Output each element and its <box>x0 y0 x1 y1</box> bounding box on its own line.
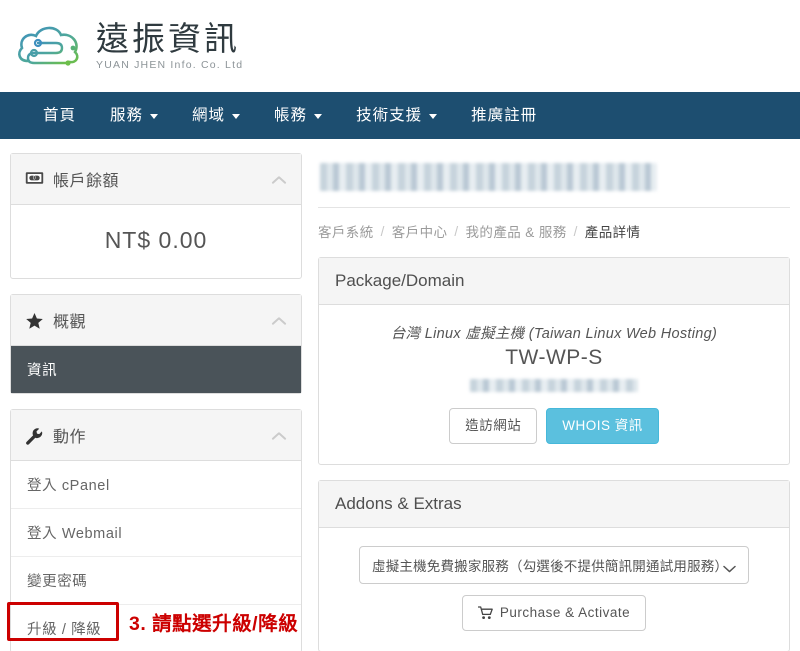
nav-label: 帳務 <box>274 107 308 124</box>
nav-label: 推廣註冊 <box>471 107 538 124</box>
sidebar-item-label: 登入 Webmail <box>27 526 123 542</box>
breadcrumb-item-client-area[interactable]: 客戶中心 <box>392 221 448 241</box>
nav-item-domains[interactable]: 網域 <box>175 92 257 139</box>
wrench-icon <box>25 427 44 445</box>
actions-panel: 動作 登入 cPanel 登入 Webmail 變更密碼 升級 / 降級 3. … <box>7 409 302 651</box>
sidebar-item-login-cpanel[interactable]: 登入 cPanel <box>11 461 301 509</box>
sidebar-item-label: 資訊 <box>27 363 58 379</box>
product-code: TW-WP-S <box>505 346 603 369</box>
nav-label: 技術支援 <box>356 107 423 124</box>
addons-extras-body: 虛擬主機免費搬家服務（勾選後不提供簡訊開通試用服務） Purchase & Ac… <box>319 528 789 651</box>
chevron-up-icon[interactable] <box>272 175 287 184</box>
sidebar-item-label: 升級 / 降級 <box>27 622 102 638</box>
nav-item-billing[interactable]: 帳務 <box>257 92 339 139</box>
product-name: 台灣 Linux 虛擬主機 (Taiwan Linux Web Hosting) <box>390 326 718 342</box>
sidebar-item-login-webmail[interactable]: 登入 Webmail <box>11 509 301 557</box>
purchase-activate-button[interactable]: Purchase & Activate <box>461 595 647 632</box>
main-navigation: 首頁 服務 網域 帳務 技術支援 推廣註冊 <box>0 92 800 139</box>
visit-website-button[interactable]: 造訪網站 <box>449 408 538 445</box>
chevron-down-icon <box>150 114 159 119</box>
nav-item-services[interactable]: 服務 <box>93 92 175 139</box>
nav-item-support[interactable]: 技術支援 <box>339 92 454 139</box>
addons-extras-title: Addons & Extras <box>319 481 789 529</box>
overview-list: 資訊 <box>11 346 301 393</box>
site-header: 遠振資訊 YUAN JHEN Info. Co. Ltd <box>0 0 800 92</box>
chevron-up-icon[interactable] <box>272 431 287 440</box>
sidebar-item-upgrade-downgrade[interactable]: 升級 / 降級 3. 請點選升級/降級 <box>7 602 301 651</box>
sidebar-item-information[interactable]: 資訊 <box>11 346 301 393</box>
actions-title: 動作 <box>53 429 87 446</box>
actions-header[interactable]: 動作 <box>11 410 301 461</box>
nav-label: 網域 <box>192 107 226 124</box>
svg-text:0: 0 <box>33 175 36 181</box>
domain-name-redacted <box>470 379 638 392</box>
package-actions: 造訪網站 WHOIS 資訊 <box>333 408 775 445</box>
main-content: 客戶系統 / 客戶中心 / 我的產品 & 服務 / 產品詳情 Package/D… <box>318 153 790 651</box>
cloud-circuit-logo-icon <box>14 17 86 75</box>
sidebar-item-label: 變更密碼 <box>27 574 88 590</box>
chevron-down-icon <box>232 114 241 119</box>
page-title-redacted <box>320 163 657 191</box>
overview-panel: 概觀 資訊 <box>10 294 302 394</box>
breadcrumb-item-my-products[interactable]: 我的產品 & 服務 <box>466 221 567 241</box>
breadcrumb-separator: / <box>454 223 459 239</box>
package-domain-body: 台灣 Linux 虛擬主機 (Taiwan Linux Web Hosting)… <box>319 305 789 464</box>
addons-extras-panel: Addons & Extras 虛擬主機免費搬家服務（勾選後不提供簡訊開通試用服… <box>318 480 790 651</box>
page-body: 0 帳戶餘額 NT$ 0.00 概觀 資訊 動作 登入 cPanel 登入 We… <box>0 139 800 651</box>
breadcrumb-separator: / <box>573 223 578 239</box>
nav-item-affiliate[interactable]: 推廣註冊 <box>454 92 554 139</box>
account-balance-panel: 0 帳戶餘額 NT$ 0.00 <box>10 153 302 279</box>
chevron-up-icon[interactable] <box>272 316 287 325</box>
package-domain-title: Package/Domain <box>319 258 789 305</box>
sidebar-item-change-password[interactable]: 變更密碼 <box>11 557 301 605</box>
account-balance-title: 帳戶餘額 <box>53 173 120 190</box>
nav-label: 服務 <box>110 107 144 124</box>
sidebar-item-label: 登入 cPanel <box>27 478 110 494</box>
shopping-cart-icon <box>477 606 493 620</box>
money-bill-icon: 0 <box>25 171 44 188</box>
annotation-text: 3. 請點選升級/降級 <box>129 613 299 635</box>
actions-list: 登入 cPanel 登入 Webmail 變更密碼 升級 / 降級 3. 請點選… <box>7 461 301 651</box>
logo-name-en: YUAN JHEN Info. Co. Ltd <box>96 58 244 71</box>
star-icon <box>25 312 44 329</box>
whois-info-button[interactable]: WHOIS 資訊 <box>546 408 659 445</box>
addon-select[interactable]: 虛擬主機免費搬家服務（勾選後不提供簡訊開通試用服務） <box>359 546 749 585</box>
site-logo[interactable]: 遠振資訊 YUAN JHEN Info. Co. Ltd <box>14 17 243 75</box>
breadcrumb-item-client-system[interactable]: 客戶系統 <box>318 221 374 241</box>
addon-select-value: 虛擬主機免費搬家服務（勾選後不提供簡訊開通試用服務） <box>372 559 729 575</box>
nav-label: 首頁 <box>43 107 77 124</box>
breadcrumb: 客戶系統 / 客戶中心 / 我的產品 & 服務 / 產品詳情 <box>318 207 790 257</box>
account-balance-amount: NT$ 0.00 <box>104 227 208 253</box>
breadcrumb-item-product-details: 產品詳情 <box>584 225 641 240</box>
nav-item-home[interactable]: 首頁 <box>26 92 93 139</box>
package-domain-panel: Package/Domain 台灣 Linux 虛擬主機 (Taiwan Lin… <box>318 257 790 466</box>
logo-name-cn: 遠振資訊 <box>96 20 240 58</box>
breadcrumb-separator: / <box>380 223 385 239</box>
chevron-down-icon <box>314 114 323 119</box>
chevron-down-icon <box>723 561 736 573</box>
sidebar: 0 帳戶餘額 NT$ 0.00 概觀 資訊 動作 登入 cPanel 登入 We… <box>7 153 302 651</box>
account-balance-header[interactable]: 0 帳戶餘額 <box>11 154 301 205</box>
overview-header[interactable]: 概觀 <box>11 295 301 346</box>
chevron-down-icon <box>429 114 438 119</box>
purchase-activate-label: Purchase & Activate <box>499 605 631 621</box>
overview-title: 概觀 <box>53 314 87 331</box>
